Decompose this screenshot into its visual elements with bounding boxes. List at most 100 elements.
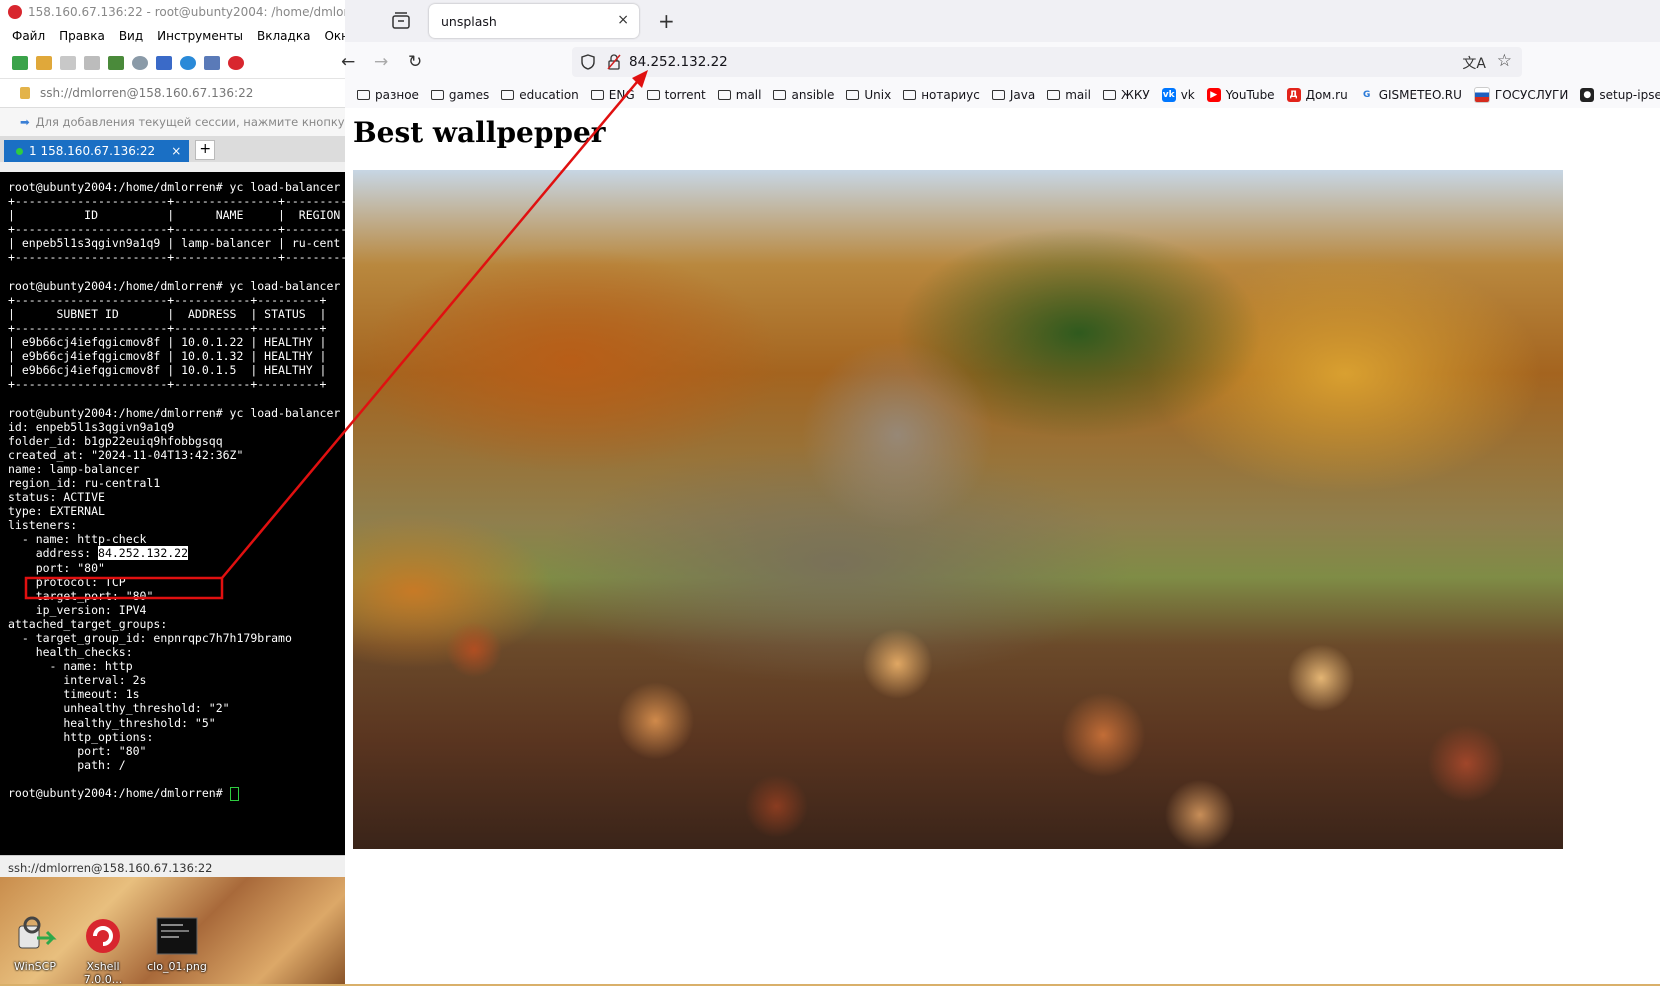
desktop-icon-label: clo_01.png <box>147 960 207 973</box>
bookmark-17[interactable]: ● setup-ipsec-vpn/clien <box>1580 88 1660 102</box>
selected-ip-address[interactable]: 84.252.132.22 <box>98 546 189 561</box>
terminal-line: +----------------------+-----------+----… <box>8 320 327 335</box>
terminal-line: | e9b66cj4iefqgicmov8f | 10.0.1.22 | HEA… <box>8 335 327 350</box>
xshell-address-bar[interactable]: ssh://dmlorren@158.160.67.136:22 <box>0 79 345 108</box>
folder-icon <box>501 90 515 100</box>
xshell-toolbar <box>0 48 345 79</box>
terminal-text: address: <box>8 546 99 561</box>
xshell-window: 158.160.67.136:22 - root@ubunty2004: /ho… <box>0 0 346 880</box>
new-tab-button[interactable]: + <box>658 9 675 33</box>
domru-icon: Д <box>1286 88 1301 102</box>
menu-view[interactable]: Вид <box>119 29 143 43</box>
url-bar[interactable]: 84.252.132.22 文A ☆ <box>572 47 1522 77</box>
terminal-line: | SUBNET ID | ADDRESS | STATUS | <box>8 306 327 321</box>
menu-window[interactable]: Окно <box>324 29 345 43</box>
properties-icon[interactable] <box>108 56 124 70</box>
xshell-status-text: ssh://dmlorren@158.160.67.136:22 <box>8 861 213 875</box>
bookmark-13[interactable]: ▶ YouTube <box>1206 88 1275 102</box>
xshell-tabbar: 1 158.160.67.136:22 × + <box>0 136 345 162</box>
connected-status-icon <box>16 147 23 155</box>
tab-close-icon[interactable]: × <box>171 144 181 158</box>
terminal-line: - name: http-check <box>8 532 147 547</box>
translate-icon[interactable]: 文A <box>1462 53 1486 73</box>
terminal-line: type: EXTERNAL <box>8 504 105 519</box>
bookmark-label: ENG <box>608 88 635 102</box>
desktop-icon-winscp[interactable]: WinSCP <box>0 916 70 973</box>
reload-icon[interactable]: ↻ <box>408 52 422 72</box>
terminal-line: +----------------------+---------------+… <box>8 194 345 209</box>
terminal-line: root@ubunty2004:/home/dmlorren# yc load-… <box>8 278 341 293</box>
new-session-icon[interactable] <box>12 56 28 70</box>
terminal[interactable]: root@ubunty2004:/home/dmlorren# yc load-… <box>0 172 345 855</box>
terminal-line: | e9b66cj4iefqgicmov8f | 10.0.1.5 | HEAL… <box>8 363 327 378</box>
forward-arrow-icon[interactable]: → <box>374 52 388 72</box>
image-file-icon <box>155 916 199 956</box>
bookmark-3[interactable]: ENG <box>590 88 635 102</box>
youtube-icon: ▶ <box>1206 88 1221 102</box>
folder-icon <box>903 90 917 100</box>
bookmark-10[interactable]: mail <box>1047 88 1091 102</box>
terminal-line: port: "80" <box>8 560 105 575</box>
xshell-logo-icon <box>8 5 22 19</box>
folder-icon <box>846 90 860 100</box>
bookmark-16[interactable]: ГОСУСЛУГИ <box>1473 87 1568 103</box>
bookmark-15[interactable]: G GISMETEO.RU <box>1360 88 1462 102</box>
xshell-address: ssh://dmlorren@158.160.67.136:22 <box>40 86 254 100</box>
disconnect-icon[interactable] <box>60 56 76 70</box>
url-text: 84.252.132.22 <box>629 54 728 70</box>
back-arrow-icon[interactable]: ← <box>341 52 355 72</box>
bookmark-9[interactable]: Java <box>991 88 1035 102</box>
desktop-icon-clo01[interactable]: clo_01.png <box>142 916 212 973</box>
menu-file[interactable]: Файл <box>12 29 45 43</box>
bookmark-5[interactable]: mall <box>717 88 761 102</box>
bookmark-2[interactable]: education <box>501 88 579 102</box>
bookmark-11[interactable]: ЖКУ <box>1102 88 1150 102</box>
terminal-line: region_id: ru-central1 <box>8 475 161 490</box>
insecure-lock-icon[interactable] <box>607 54 621 70</box>
bookmark-8[interactable]: нотариус <box>903 88 980 102</box>
terminal-line: status: ACTIVE <box>8 490 105 505</box>
bookmark-7[interactable]: Unix <box>846 88 891 102</box>
folder-icon <box>1047 90 1061 100</box>
xshell-session-tab[interactable]: 1 158.160.67.136:22 × <box>4 140 190 162</box>
menu-tools[interactable]: Инструменты <box>157 29 243 43</box>
open-folder-icon[interactable] <box>36 56 52 70</box>
terminal-line: target_port: "80" <box>8 588 154 603</box>
list-all-tabs-icon[interactable] <box>390 10 412 32</box>
reconnect-icon[interactable] <box>84 56 100 70</box>
globe-icon[interactable] <box>180 56 196 70</box>
autumn-leaves <box>353 563 1563 849</box>
bookmark-star-icon[interactable]: ☆ <box>1497 51 1512 71</box>
bookmark-label: разное <box>375 88 419 102</box>
terminal-line: unhealthy_threshold: "2" <box>8 701 230 716</box>
bookmark-label: Дом.ru <box>1305 88 1348 102</box>
xshell-icon <box>81 916 125 956</box>
terminal-line: root@ubunty2004:/home/dmlorren# yc load-… <box>8 180 341 194</box>
terminal-line: | ID | NAME | REGION <box>8 208 341 223</box>
desktop-icon-label: Xshell 7.0.0... <box>83 960 123 986</box>
terminal-cursor <box>229 786 239 801</box>
desktop-icon-xshell[interactable]: Xshell 7.0.0... <box>68 916 138 986</box>
lock-icon <box>20 87 30 99</box>
bookmark-6[interactable]: ansible <box>773 88 834 102</box>
xshell-hint-bar: ➡ Для добавления текущей сессии, нажмите… <box>0 108 345 136</box>
bookmark-0[interactable]: разное <box>357 88 419 102</box>
bookmark-4[interactable]: torrent <box>646 88 706 102</box>
menu-tab[interactable]: Вкладка <box>257 29 310 43</box>
xshell-red-icon[interactable] <box>228 56 244 70</box>
layout-icon[interactable] <box>156 56 172 70</box>
menu-edit[interactable]: Правка <box>59 29 105 43</box>
bookmark-1[interactable]: games <box>430 88 489 102</box>
browser-tab-unsplash[interactable]: unsplash × <box>429 4 639 38</box>
tracking-shield-icon[interactable] <box>581 54 595 70</box>
close-tab-icon[interactable]: × <box>617 12 629 28</box>
bookmark-12[interactable]: vk vk <box>1161 88 1195 102</box>
gismeteo-icon: G <box>1362 90 1371 100</box>
font-icon[interactable] <box>204 56 220 70</box>
find-icon[interactable] <box>132 56 148 70</box>
add-tab-button[interactable]: + <box>195 140 216 160</box>
terminal-line: path: / <box>8 757 126 772</box>
bookmark-14[interactable]: Д Дом.ru <box>1286 88 1348 102</box>
